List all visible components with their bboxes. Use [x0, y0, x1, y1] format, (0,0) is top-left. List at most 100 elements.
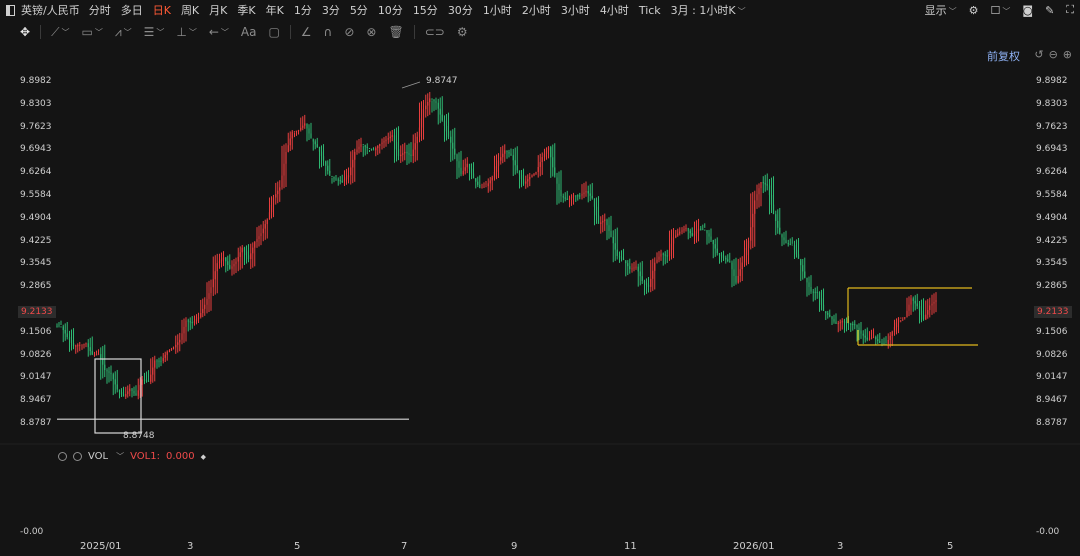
- range-select[interactable]: 3月 : 1小时K ﹀: [666, 2, 751, 18]
- period-tab[interactable]: 2小时: [517, 2, 556, 18]
- period-tab[interactable]: 月K: [204, 2, 232, 18]
- adjust-mode[interactable]: 前复权: [987, 48, 1020, 64]
- measure-tool-icon[interactable]: ⊥ ﹀: [176, 25, 196, 39]
- candle-body: [781, 234, 783, 238]
- candle-body: [862, 333, 864, 336]
- candle-body: [827, 312, 829, 315]
- settings-icon[interactable]: ⚙: [457, 25, 468, 39]
- price-tick: 9.6943: [1036, 144, 1068, 155]
- price-tick: 9.6943: [20, 144, 52, 155]
- fib-tool-icon[interactable]: ☰ ﹀: [144, 25, 165, 39]
- move-icon[interactable]: ✥: [20, 25, 30, 39]
- line-tool-icon[interactable]: ⟋ ﹀: [51, 25, 69, 40]
- candle-body: [737, 275, 739, 283]
- period-tab[interactable]: 年K: [261, 2, 289, 18]
- period-tab[interactable]: 3分: [317, 2, 345, 18]
- period-tab[interactable]: 4小时: [595, 2, 634, 18]
- candle-body: [547, 147, 550, 151]
- reset-icon[interactable]: ↺: [1034, 48, 1043, 61]
- candle-body: [437, 102, 439, 109]
- rect-tool-icon[interactable]: ▭ ﹀: [81, 25, 102, 39]
- candle-body: [362, 144, 364, 146]
- time-tick: 9: [511, 541, 518, 552]
- display-menu[interactable]: 显示 ﹀: [925, 2, 957, 18]
- arrow-tool-icon[interactable]: ← ﹀: [209, 25, 229, 39]
- pattern-tool-icon[interactable]: ⩘ ﹀: [115, 25, 132, 40]
- candle-body: [100, 354, 102, 360]
- candle-body: [506, 150, 508, 152]
- candle-body: [237, 256, 239, 262]
- period-tab[interactable]: 日K: [148, 2, 176, 18]
- candle-body: [133, 391, 135, 394]
- eraser-icon[interactable]: ⊗: [366, 25, 376, 39]
- candle-body: [793, 245, 796, 250]
- candle-body: [162, 357, 164, 362]
- price-tick: 9.1506: [20, 326, 52, 337]
- brush-icon[interactable]: ∠: [301, 25, 312, 39]
- settings-icon[interactable]: ⚙: [969, 4, 979, 17]
- period-tab[interactable]: 1分: [289, 2, 317, 18]
- fullscreen-icon[interactable]: ⛶: [1066, 3, 1074, 17]
- screenshot-icon[interactable]: ◙: [1022, 4, 1033, 17]
- note-tool-icon[interactable]: ▢: [268, 25, 279, 39]
- top-toolbar: 英镑/人民币 分时 多日 日K 周K 月K 季K 年K 1分 3分 5分 10分 15分 30分 1小时 2…: [0, 0, 1080, 20]
- magnet-icon[interactable]: ∩: [324, 25, 333, 39]
- candle-body: [502, 153, 504, 158]
- candle-body: [916, 303, 918, 307]
- link-icon[interactable]: ⊂⊃: [425, 25, 445, 39]
- symbol-name[interactable]: 英镑/人民币: [21, 2, 80, 18]
- candle-body: [581, 194, 583, 196]
- period-tab[interactable]: 季K: [232, 2, 260, 18]
- candle-body: [262, 228, 264, 234]
- zoom-in-icon[interactable]: ⊕: [1063, 48, 1072, 61]
- candle-body: [339, 180, 341, 182]
- period-tab[interactable]: 30分: [443, 2, 478, 18]
- high-label: 9.8747: [426, 76, 458, 86]
- price-tick: 9.6264: [1036, 167, 1068, 178]
- delete-icon[interactable]: 🗑: [388, 25, 403, 39]
- candle-body: [639, 271, 641, 277]
- candle-body: [866, 337, 868, 340]
- period-tab[interactable]: 周K: [176, 2, 204, 18]
- price-chart[interactable]: 9.8747 8.8748: [0, 0, 1080, 556]
- candle-body: [145, 380, 148, 382]
- layout-select-icon[interactable]: ☐ ﹀: [991, 4, 1011, 17]
- candle-body: [518, 170, 521, 175]
- candle-body: [652, 270, 654, 279]
- candle-body: [112, 374, 114, 380]
- vol-indicator-label: VOL1:: [130, 451, 160, 462]
- candle-body: [543, 153, 546, 158]
- candle-body: [456, 154, 458, 162]
- candle-body: [929, 305, 931, 311]
- vol-close-icon[interactable]: [73, 452, 82, 461]
- price-tick: 9.5584: [20, 189, 52, 200]
- period-tab[interactable]: 3小时: [556, 2, 595, 18]
- candle-body: [593, 198, 596, 207]
- text-tool-icon[interactable]: Aa: [241, 25, 257, 39]
- candle-body: [804, 271, 806, 278]
- hide-icon[interactable]: ⊘: [344, 25, 354, 39]
- period-tab[interactable]: 1小时: [478, 2, 517, 18]
- candle-body: [489, 180, 491, 184]
- period-tab[interactable]: 10分: [373, 2, 408, 18]
- period-tab[interactable]: 分时: [84, 2, 116, 18]
- candle-body: [908, 304, 910, 311]
- candle-body: [654, 262, 656, 271]
- candle-body: [345, 177, 348, 180]
- vol-settings-icon[interactable]: [58, 452, 67, 461]
- candle-body: [539, 162, 541, 168]
- period-tab[interactable]: Tick: [634, 4, 666, 17]
- period-tab[interactable]: 多日: [116, 2, 148, 18]
- period-tab[interactable]: 15分: [408, 2, 443, 18]
- candle-body: [383, 141, 385, 143]
- candle-body: [183, 326, 185, 334]
- symbol-selector[interactable]: 英镑/人民币: [0, 2, 84, 18]
- draw-icon[interactable]: ✎: [1045, 4, 1054, 17]
- zoom-out-icon[interactable]: ⊖: [1049, 48, 1058, 61]
- candle-body: [935, 300, 937, 302]
- candle-body: [475, 178, 477, 182]
- candle-body: [891, 331, 893, 336]
- candle-body: [520, 174, 523, 180]
- candle-body: [154, 360, 156, 368]
- period-tab[interactable]: 5分: [345, 2, 373, 18]
